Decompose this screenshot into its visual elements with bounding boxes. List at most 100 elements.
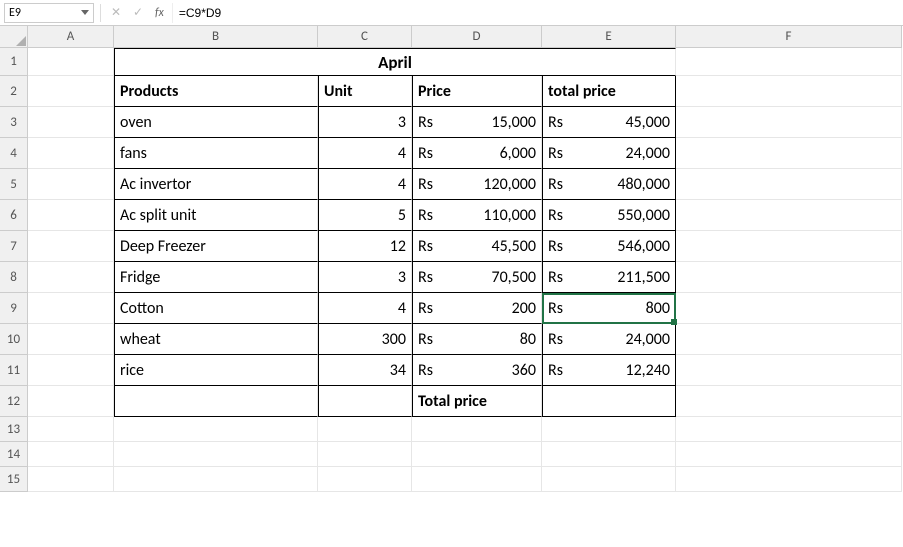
product-cell[interactable]: fans <box>114 138 318 169</box>
cell[interactable] <box>28 76 114 107</box>
cell[interactable] <box>676 169 902 200</box>
cell[interactable] <box>676 417 902 442</box>
unit-cell[interactable]: 4 <box>318 138 412 169</box>
cell[interactable] <box>542 417 676 442</box>
col-header[interactable]: E <box>542 26 676 48</box>
header-products[interactable]: Products <box>114 76 318 107</box>
cell[interactable] <box>318 386 412 417</box>
row-header[interactable]: 1 <box>0 48 28 76</box>
col-header[interactable]: A <box>28 26 114 48</box>
cell[interactable] <box>676 386 902 417</box>
col-header[interactable]: B <box>114 26 318 48</box>
total-cell[interactable]: Rs12,240 <box>542 355 676 386</box>
product-cell[interactable]: Cotton <box>114 293 318 324</box>
product-cell[interactable]: Fridge <box>114 262 318 293</box>
cell[interactable] <box>28 293 114 324</box>
cell[interactable] <box>28 386 114 417</box>
cell[interactable] <box>114 467 318 492</box>
name-box[interactable]: E9 <box>4 3 94 23</box>
price-cell[interactable]: Rs120,000 <box>412 169 542 200</box>
product-cell[interactable]: Deep Freezer <box>114 231 318 262</box>
product-cell[interactable]: rice <box>114 355 318 386</box>
cell[interactable] <box>412 467 542 492</box>
price-cell[interactable]: Rs15,000 <box>412 107 542 138</box>
unit-cell[interactable]: 3 <box>318 262 412 293</box>
cell[interactable] <box>318 467 412 492</box>
cell[interactable] <box>318 417 412 442</box>
cell[interactable] <box>676 200 902 231</box>
cell[interactable] <box>28 138 114 169</box>
cell[interactable] <box>676 76 902 107</box>
row-header[interactable]: 2 <box>0 76 28 107</box>
cell[interactable] <box>28 355 114 386</box>
row-header[interactable]: 12 <box>0 386 28 417</box>
cell[interactable] <box>676 442 902 467</box>
row-header[interactable]: 15 <box>0 467 28 492</box>
price-cell[interactable]: Rs80 <box>412 324 542 355</box>
cell[interactable] <box>114 417 318 442</box>
price-cell[interactable]: Rs6,000 <box>412 138 542 169</box>
row-header[interactable]: 8 <box>0 262 28 293</box>
product-cell[interactable]: Ac invertor <box>114 169 318 200</box>
total-cell[interactable]: Rs24,000 <box>542 138 676 169</box>
total-cell[interactable]: Rs211,500 <box>542 262 676 293</box>
select-all-corner[interactable] <box>0 26 28 48</box>
header-unit[interactable]: Unit <box>318 76 412 107</box>
cell[interactable] <box>676 107 902 138</box>
product-cell[interactable]: Ac split unit <box>114 200 318 231</box>
row-header[interactable]: 4 <box>0 138 28 169</box>
price-cell[interactable]: Rs200 <box>412 293 542 324</box>
unit-cell[interactable]: 3 <box>318 107 412 138</box>
fx-icon[interactable]: fx <box>155 6 164 20</box>
row-header[interactable]: 6 <box>0 200 28 231</box>
unit-cell[interactable]: 12 <box>318 231 412 262</box>
cell[interactable] <box>28 442 114 467</box>
cell[interactable] <box>28 467 114 492</box>
cell[interactable] <box>676 231 902 262</box>
price-cell[interactable]: Rs360 <box>412 355 542 386</box>
cell[interactable] <box>676 138 902 169</box>
cell[interactable] <box>412 442 542 467</box>
price-cell[interactable]: Rs45,500 <box>412 231 542 262</box>
total-cell[interactable]: Rs24,000 <box>542 324 676 355</box>
cell[interactable] <box>542 467 676 492</box>
row-header[interactable]: 11 <box>0 355 28 386</box>
total-cell[interactable]: Rs546,000 <box>542 231 676 262</box>
cell[interactable] <box>28 417 114 442</box>
cell[interactable] <box>28 200 114 231</box>
cell[interactable] <box>28 262 114 293</box>
unit-cell[interactable]: 300 <box>318 324 412 355</box>
cell[interactable] <box>676 262 902 293</box>
title-cell[interactable]: April <box>114 48 676 76</box>
check-icon[interactable]: ✓ <box>129 4 147 22</box>
header-total[interactable]: total price <box>542 76 676 107</box>
price-cell[interactable]: Rs110,000 <box>412 200 542 231</box>
row-header[interactable]: 14 <box>0 442 28 467</box>
unit-cell[interactable]: 5 <box>318 200 412 231</box>
product-cell[interactable]: wheat <box>114 324 318 355</box>
row-header[interactable]: 10 <box>0 324 28 355</box>
cell[interactable] <box>28 324 114 355</box>
price-cell[interactable]: Rs70,500 <box>412 262 542 293</box>
cell[interactable] <box>318 442 412 467</box>
cell[interactable] <box>676 293 902 324</box>
chevron-down-icon[interactable] <box>81 10 89 15</box>
cell[interactable] <box>676 355 902 386</box>
cell[interactable] <box>542 386 676 417</box>
row-header[interactable]: 13 <box>0 417 28 442</box>
unit-cell[interactable]: 34 <box>318 355 412 386</box>
total-cell[interactable]: Rs480,000 <box>542 169 676 200</box>
total-price-label[interactable]: Total price <box>412 386 542 417</box>
cell[interactable] <box>28 169 114 200</box>
unit-cell[interactable]: 4 <box>318 293 412 324</box>
row-header[interactable]: 7 <box>0 231 28 262</box>
cell[interactable] <box>542 442 676 467</box>
cell[interactable] <box>676 467 902 492</box>
cell[interactable] <box>676 324 902 355</box>
product-cell[interactable]: oven <box>114 107 318 138</box>
cell[interactable] <box>412 417 542 442</box>
col-header[interactable]: C <box>318 26 412 48</box>
total-cell[interactable]: Rs550,000 <box>542 200 676 231</box>
col-header[interactable]: F <box>676 26 902 48</box>
total-cell[interactable]: Rs45,000 <box>542 107 676 138</box>
